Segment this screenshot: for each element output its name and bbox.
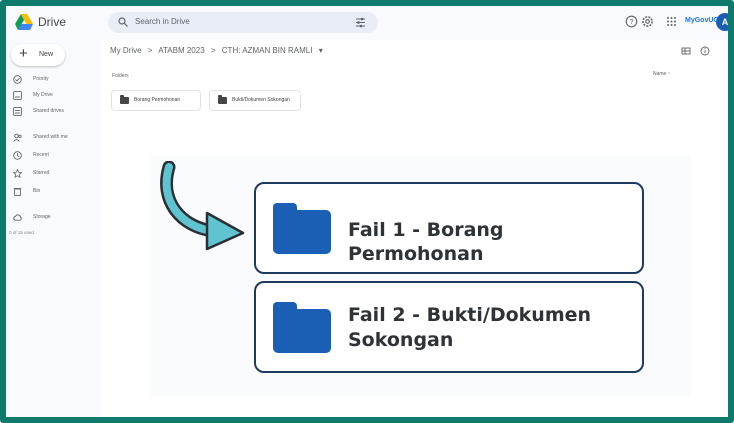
callout-card-fail-2: Fail 2 - Bukti/Dokumen Sokongan: [254, 281, 644, 373]
sidebar-item-recent[interactable]: Recent: [11, 150, 96, 162]
sort-label: Name: [653, 71, 667, 77]
screenshot-frame: Drive Search in Drive ? MyGovUC A + New …: [0, 0, 734, 423]
callout-title: Fail 2 - Bukti/Dokumen: [348, 304, 592, 326]
top-bar: Drive Search in Drive ? MyGovUC A: [6, 6, 728, 40]
sidebar-item-label: My Drive: [33, 92, 53, 98]
folder-icon: [273, 302, 331, 353]
shared-drives-icon: [13, 107, 22, 116]
search-input[interactable]: Search in Drive: [135, 17, 190, 26]
my-drive-icon: [13, 91, 22, 100]
brand-logo[interactable]: MyGovUC: [685, 17, 718, 24]
breadcrumb-separator: >: [210, 46, 216, 55]
sort-arrow-icon: ↑: [667, 71, 671, 77]
sidebar-item-starred[interactable]: Starred: [11, 168, 96, 180]
search-bar[interactable]: Search in Drive: [108, 12, 378, 33]
settings-icon[interactable]: [641, 15, 654, 28]
storage-usage-text: 0 of 15 used: [9, 230, 34, 235]
shared-with-me-icon: [13, 133, 22, 142]
search-icon[interactable]: [118, 17, 128, 27]
priority-icon: [13, 75, 22, 84]
plus-icon: +: [19, 45, 28, 62]
folder-chip-borang-permohonan[interactable]: Borang Permohonan: [111, 90, 201, 111]
folder-chip-bukti-dokumen[interactable]: Bukti/Dokumen Sokongan: [209, 90, 301, 111]
folder-icon: [273, 203, 331, 254]
folder-icon: [218, 95, 227, 104]
bin-icon: [13, 188, 22, 196]
callout-title: Fail 1 - Borang Permohonan: [348, 219, 504, 265]
sidebar-item-bin[interactable]: Bin: [11, 186, 96, 198]
info-icon[interactable]: [700, 46, 710, 56]
sidebar-item-shared-with-me[interactable]: Shared with me: [11, 132, 96, 144]
breadcrumb: My Drive > ATABM 2023 > CTH: AZMAN BIN R…: [110, 46, 327, 55]
new-button-label: New: [39, 51, 54, 58]
sidebar-item-shared-drives[interactable]: Shared drives: [11, 106, 96, 118]
drive-logo-icon: [15, 14, 33, 30]
app-title[interactable]: Drive: [38, 15, 66, 29]
sidebar-item-label: Bin: [33, 188, 41, 194]
curved-arrow-icon: [160, 161, 245, 251]
folder-name: Borang Permohonan: [134, 97, 181, 103]
sidebar-item-storage[interactable]: Storage: [11, 212, 96, 224]
sidebar-item-my-drive[interactable]: My Drive: [11, 90, 96, 102]
search-options-icon[interactable]: [355, 17, 366, 28]
avatar[interactable]: A: [716, 13, 728, 31]
breadcrumb-separator: >: [147, 46, 153, 55]
storage-icon: [13, 214, 22, 221]
svg-text:?: ?: [630, 19, 634, 26]
callout-title-line2: Sokongan: [348, 329, 454, 351]
sidebar-item-label: Starred: [33, 170, 50, 176]
breadcrumb-item-current[interactable]: CTH: AZMAN BIN RAMLI: [222, 46, 313, 55]
breadcrumb-item-atabm[interactable]: ATABM 2023: [158, 46, 204, 55]
sort-control[interactable]: Name ↑: [653, 71, 670, 77]
folders-section-label: Folders: [112, 73, 129, 79]
callout-card-fail-1: Fail 1 - Borang Permohonan: [254, 182, 644, 274]
sidebar: + New Priority My Drive Shared drives Sh…: [6, 40, 101, 417]
apps-grid-icon[interactable]: [665, 15, 678, 28]
chevron-down-icon[interactable]: ▾: [319, 46, 323, 55]
folder-name: Bukti/Dokumen Sokongan: [232, 97, 290, 103]
sidebar-item-label: Shared drives: [33, 108, 64, 114]
new-button[interactable]: + New: [11, 44, 65, 66]
breadcrumb-item-my-drive[interactable]: My Drive: [110, 46, 142, 55]
folder-icon: [120, 95, 129, 104]
sidebar-item-priority[interactable]: Priority: [11, 74, 96, 86]
starred-icon: [13, 169, 22, 178]
sidebar-item-label: Storage: [33, 214, 51, 220]
recent-icon: [13, 151, 22, 160]
sidebar-item-label: Recent: [33, 152, 49, 158]
sidebar-item-label: Priority: [33, 76, 49, 82]
sidebar-item-label: Shared with me: [33, 134, 68, 140]
list-view-icon[interactable]: [681, 46, 691, 56]
help-icon[interactable]: ?: [625, 15, 638, 28]
